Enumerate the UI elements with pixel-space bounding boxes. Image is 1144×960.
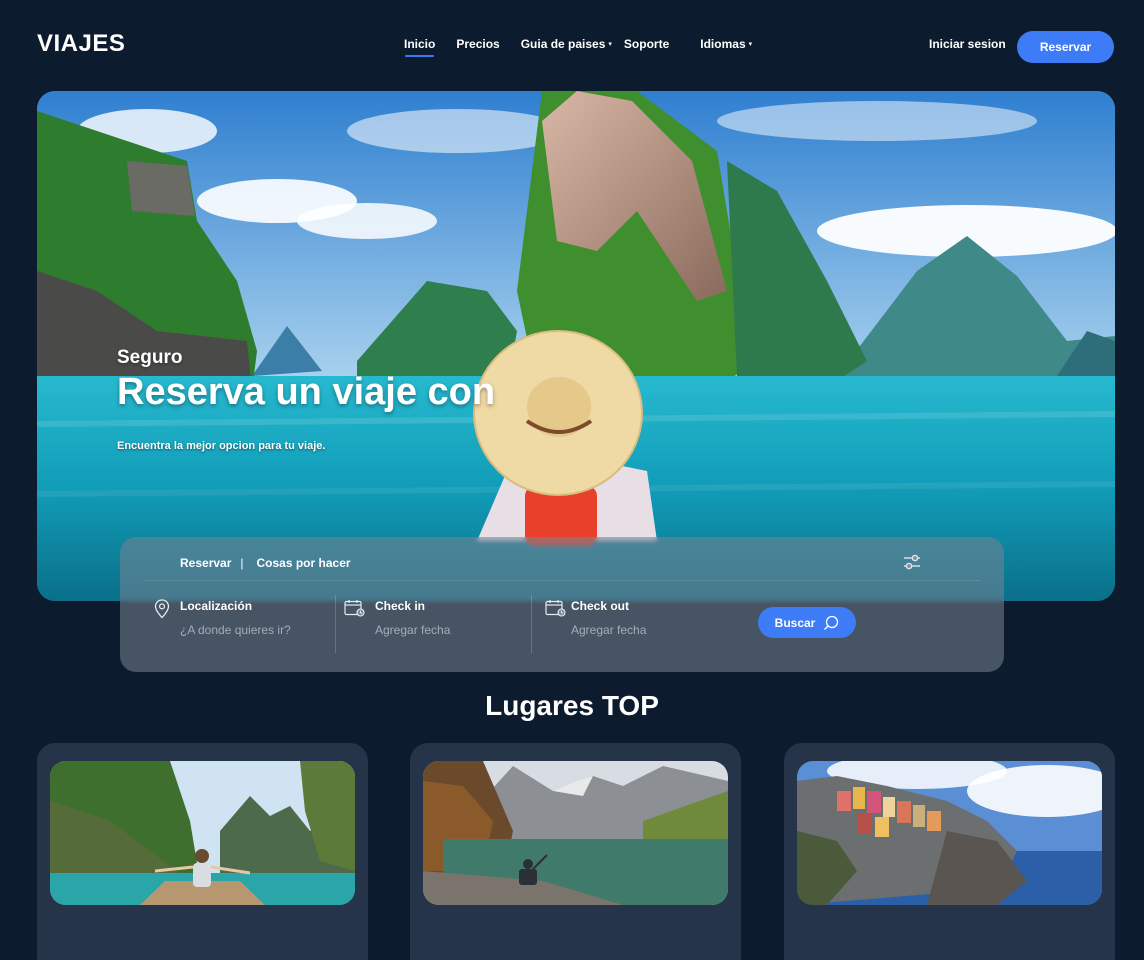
nav-label: Inicio <box>404 37 436 51</box>
location-pin-icon <box>154 599 170 619</box>
hero-title: Reserva un viaje con <box>117 371 496 413</box>
search-button-label: Buscar <box>774 615 816 630</box>
place-card[interactable] <box>37 743 368 960</box>
main-nav: Inicio Precios Guia de paises ▾ Soporte … <box>404 37 752 57</box>
hero-description: Encuentra la mejor opcion para tu viaje. <box>117 440 326 452</box>
calendar-icon <box>545 600 566 617</box>
place-image <box>797 761 1102 905</box>
location-field[interactable]: Localización ¿A donde quieres ir? <box>180 599 291 637</box>
field-label: Check in <box>375 599 426 613</box>
hero-image <box>37 91 1115 601</box>
divider <box>335 595 336 653</box>
check-out-field[interactable]: Check out Agregar fecha <box>571 599 646 637</box>
search-button[interactable]: Buscar <box>758 607 856 638</box>
hero-text: Seguro Reserva un viaje con Encuentra la… <box>117 347 495 452</box>
field-label: Localización <box>180 599 253 613</box>
tab-reservar[interactable]: Reservar <box>180 556 231 570</box>
tab-cosas-por-hacer[interactable]: Cosas por hacer <box>257 556 351 570</box>
section-title: Lugares TOP <box>485 690 659 721</box>
calendar-icon <box>344 600 365 617</box>
place-card[interactable] <box>784 743 1115 960</box>
nav-label: Idiomas <box>700 37 746 51</box>
place-image <box>423 761 728 905</box>
nav-item-soporte[interactable]: Soporte <box>624 37 669 51</box>
nav-item-inicio[interactable]: Inicio <box>404 37 436 57</box>
nav-label: Guia de paises <box>520 37 606 51</box>
nav-item-precios[interactable]: Precios <box>456 37 499 51</box>
place-card[interactable] <box>410 743 741 960</box>
divider <box>531 595 532 653</box>
check-in-input[interactable]: Agregar fecha <box>375 623 450 637</box>
search-tabs: Reservar | Cosas por hacer <box>180 556 351 570</box>
chevron-down-icon: ▾ <box>608 41 612 48</box>
logo[interactable]: VIAJES <box>37 30 125 58</box>
tab-separator: | <box>240 556 244 570</box>
search-panel: Reservar | Cosas por hacer Localización … <box>120 537 1004 672</box>
place-image <box>50 761 355 905</box>
hero-banner: Seguro Reserva un viaje con Encuentra la… <box>37 91 1115 601</box>
nav-item-guia-de-paises[interactable]: Guia de paises ▾ <box>521 37 612 51</box>
check-out-input[interactable]: Agregar fecha <box>571 623 646 637</box>
login-link[interactable]: Iniciar sesion <box>929 37 1006 51</box>
check-in-field[interactable]: Check in Agregar fecha <box>375 599 450 637</box>
divider <box>144 580 980 581</box>
nav-label: Precios <box>456 37 500 51</box>
nav-label: Soporte <box>623 37 670 51</box>
search-icon <box>824 615 839 630</box>
field-label: Check out <box>571 599 630 613</box>
location-input[interactable]: ¿A donde quieres ir? <box>180 623 291 637</box>
nav-item-idiomas[interactable]: Idiomas ▾ <box>700 37 752 51</box>
filter-icon[interactable] <box>902 553 922 571</box>
hero-subtitle: Seguro <box>117 347 183 368</box>
reserve-button[interactable]: Reservar <box>1017 31 1114 63</box>
chevron-down-icon: ▾ <box>748 41 753 48</box>
